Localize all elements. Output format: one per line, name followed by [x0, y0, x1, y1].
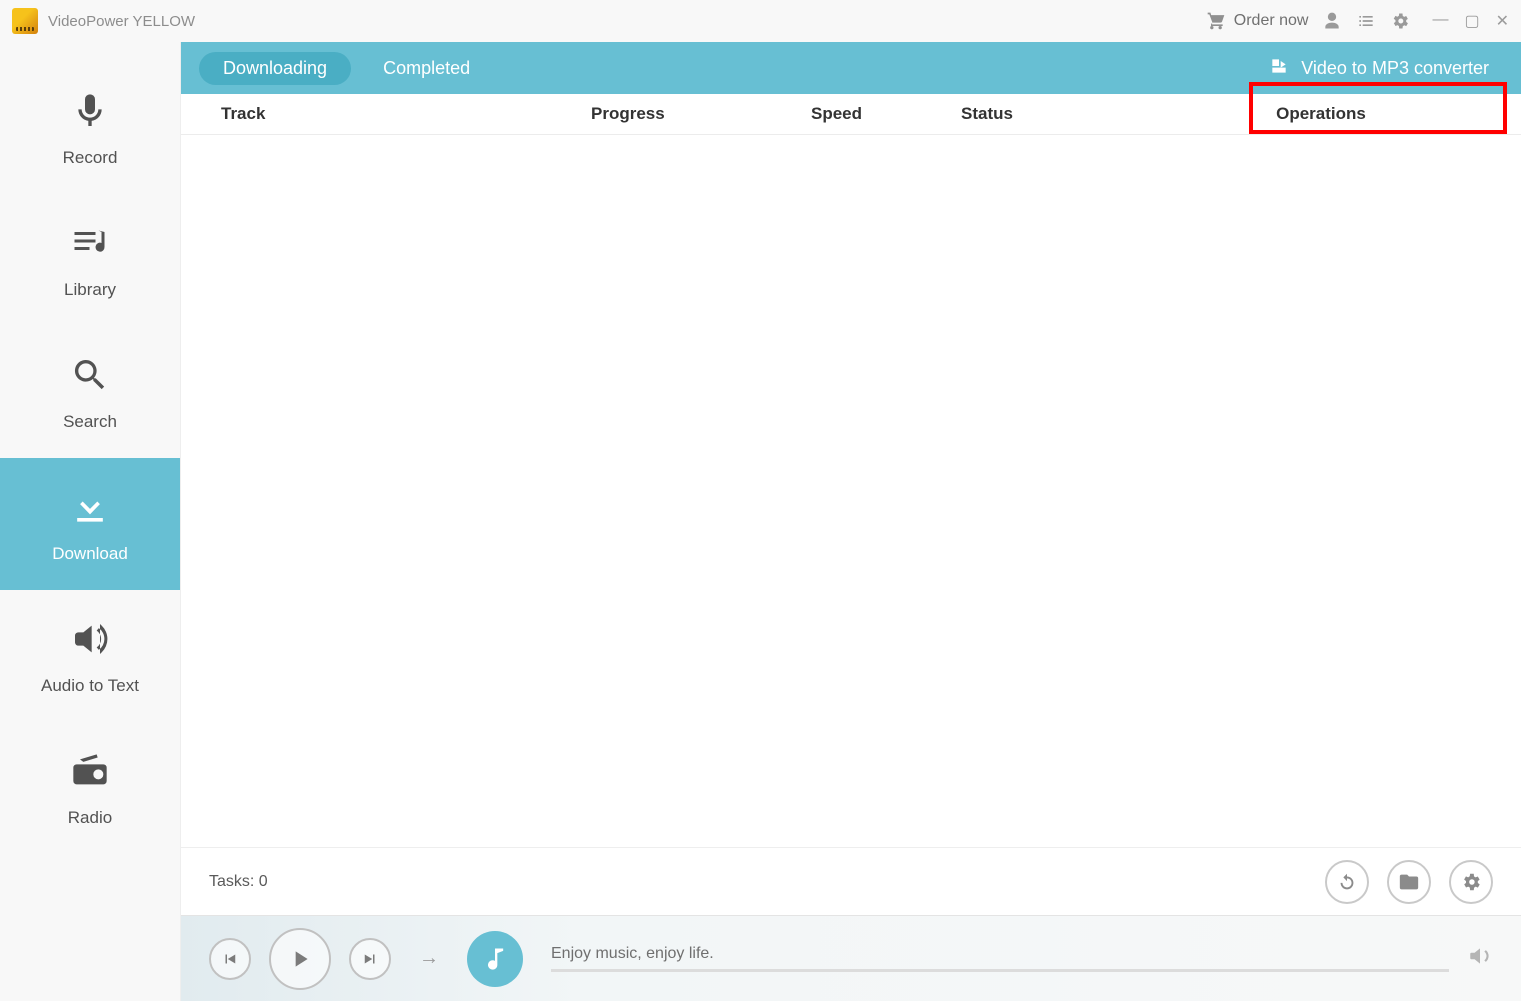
radio-icon: [67, 748, 113, 794]
sidebar-item-label: Record: [63, 148, 118, 168]
order-now-button[interactable]: Order now: [1206, 11, 1309, 31]
sidebar-item-search[interactable]: Search: [0, 326, 180, 458]
sidebar-item-label: Audio to Text: [41, 676, 139, 696]
task-list: [181, 135, 1521, 847]
minimize-button[interactable]: —: [1432, 11, 1448, 31]
col-operations: Operations: [1161, 104, 1481, 124]
next-track-button[interactable]: [349, 938, 391, 980]
app-logo: [12, 8, 38, 34]
sidebar-item-label: Search: [63, 412, 117, 432]
download-icon: [67, 484, 113, 530]
tab-bar: Downloading Completed Video to MP3 conve…: [181, 42, 1521, 94]
col-track: Track: [221, 104, 591, 124]
sidebar-item-label: Download: [52, 544, 128, 564]
prev-track-button[interactable]: [209, 938, 251, 980]
refresh-button[interactable]: [1325, 860, 1369, 904]
open-folder-button[interactable]: [1387, 860, 1431, 904]
progress-bar[interactable]: [551, 969, 1449, 972]
settings-button[interactable]: [1449, 860, 1493, 904]
account-icon[interactable]: [1322, 11, 1342, 31]
audio-text-icon: [67, 616, 113, 662]
close-button[interactable]: ✕: [1496, 11, 1509, 31]
sidebar-item-label: Radio: [68, 808, 112, 828]
tab-downloading[interactable]: Downloading: [199, 52, 351, 85]
search-icon: [67, 352, 113, 398]
titlebar: VideoPower YELLOW Order now — ▢ ✕: [0, 0, 1521, 42]
arrow-icon: →: [419, 947, 439, 970]
gear-icon[interactable]: [1390, 11, 1410, 31]
player-bar: → Enjoy music, enjoy life.: [181, 915, 1521, 1001]
maximize-button[interactable]: ▢: [1464, 11, 1479, 31]
microphone-icon: [67, 88, 113, 134]
volume-icon[interactable]: [1467, 943, 1493, 974]
column-headers: Track Progress Speed Status Operations: [181, 94, 1521, 135]
cart-icon: [1206, 11, 1226, 31]
main-panel: Downloading Completed Video to MP3 conve…: [180, 42, 1521, 1001]
bottom-bar: Tasks: 0: [181, 847, 1521, 915]
sidebar: Record Library Search Download Audio to …: [0, 42, 180, 1001]
app-title: VideoPower YELLOW: [48, 13, 195, 30]
music-note-icon: [467, 931, 523, 987]
library-icon: [67, 220, 113, 266]
order-now-label: Order now: [1234, 12, 1309, 30]
sidebar-item-library[interactable]: Library: [0, 194, 180, 326]
sidebar-item-audio-to-text[interactable]: Audio to Text: [0, 590, 180, 722]
convert-icon: [1269, 56, 1289, 81]
tasks-count: Tasks: 0: [209, 873, 268, 891]
converter-label: Video to MP3 converter: [1301, 58, 1489, 79]
sidebar-item-radio[interactable]: Radio: [0, 722, 180, 854]
sidebar-item-label: Library: [64, 280, 116, 300]
tab-completed[interactable]: Completed: [359, 52, 494, 85]
col-progress: Progress: [591, 104, 811, 124]
col-speed: Speed: [811, 104, 961, 124]
sidebar-item-download[interactable]: Download: [0, 458, 180, 590]
col-status: Status: [961, 104, 1161, 124]
sidebar-item-record[interactable]: Record: [0, 62, 180, 194]
list-icon[interactable]: [1356, 11, 1376, 31]
player-message: Enjoy music, enjoy life.: [551, 945, 1449, 963]
video-to-mp3-button[interactable]: Video to MP3 converter: [1255, 50, 1503, 87]
play-button[interactable]: [269, 928, 331, 990]
